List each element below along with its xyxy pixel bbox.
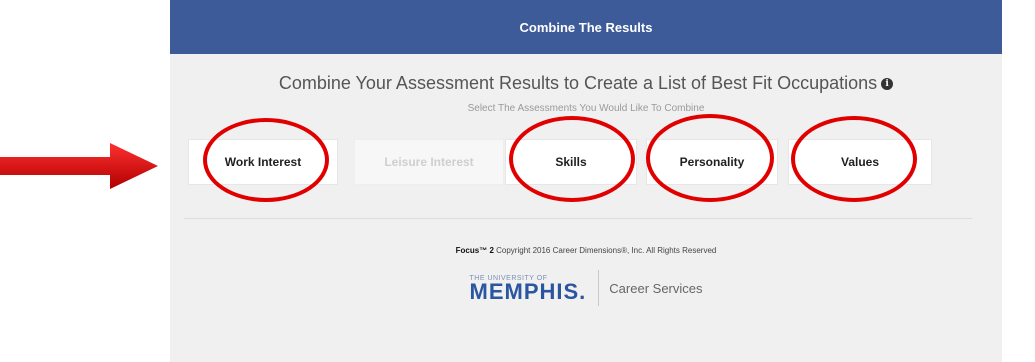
arrow-right-icon: [0, 143, 158, 189]
assessment-card-skills[interactable]: Skills: [505, 139, 637, 185]
divider: [184, 218, 972, 219]
logo-department: Career Services: [609, 280, 703, 296]
assessment-card-work-interest[interactable]: Work Interest: [188, 139, 338, 185]
assessment-label: Values: [840, 155, 880, 169]
assessment-label: Skills: [555, 155, 587, 169]
assessment-label: Personality: [679, 155, 745, 169]
header-title: Combine The Results: [519, 19, 653, 35]
brand-name: Focus™ 2: [455, 246, 494, 255]
page-subtitle: Select The Assessments You Would Like To…: [467, 103, 705, 114]
panel-header: Combine The Results: [170, 0, 1002, 54]
logo-wordmark: THE UNIVERSITY OF MEMPHIS.: [469, 275, 587, 304]
assessment-label: Leisure Interest: [384, 155, 474, 169]
combine-results-panel: Combine The Results Combine Your Assessm…: [170, 0, 1002, 362]
assessment-label: Work Interest: [224, 155, 302, 169]
page-title: Combine Your Assessment Results to Creat…: [170, 73, 1002, 94]
assessment-card-leisure-interest: Leisure Interest: [354, 139, 504, 185]
page-title-text: Combine Your Assessment Results to Creat…: [278, 73, 878, 93]
logo-separator: [598, 270, 600, 306]
copyright: Focus™ 2 Copyright 2016 Career Dimension…: [170, 246, 1002, 255]
assessment-card-values[interactable]: Values: [788, 139, 932, 185]
copyright-text: Copyright 2016 Career Dimensions®, Inc. …: [496, 246, 717, 255]
info-icon[interactable]: i: [881, 78, 894, 91]
assessment-card-personality[interactable]: Personality: [646, 139, 778, 185]
university-logo: THE UNIVERSITY OF MEMPHIS. Career Servic…: [170, 270, 1002, 306]
logo-big-text: MEMPHIS.: [469, 278, 587, 304]
